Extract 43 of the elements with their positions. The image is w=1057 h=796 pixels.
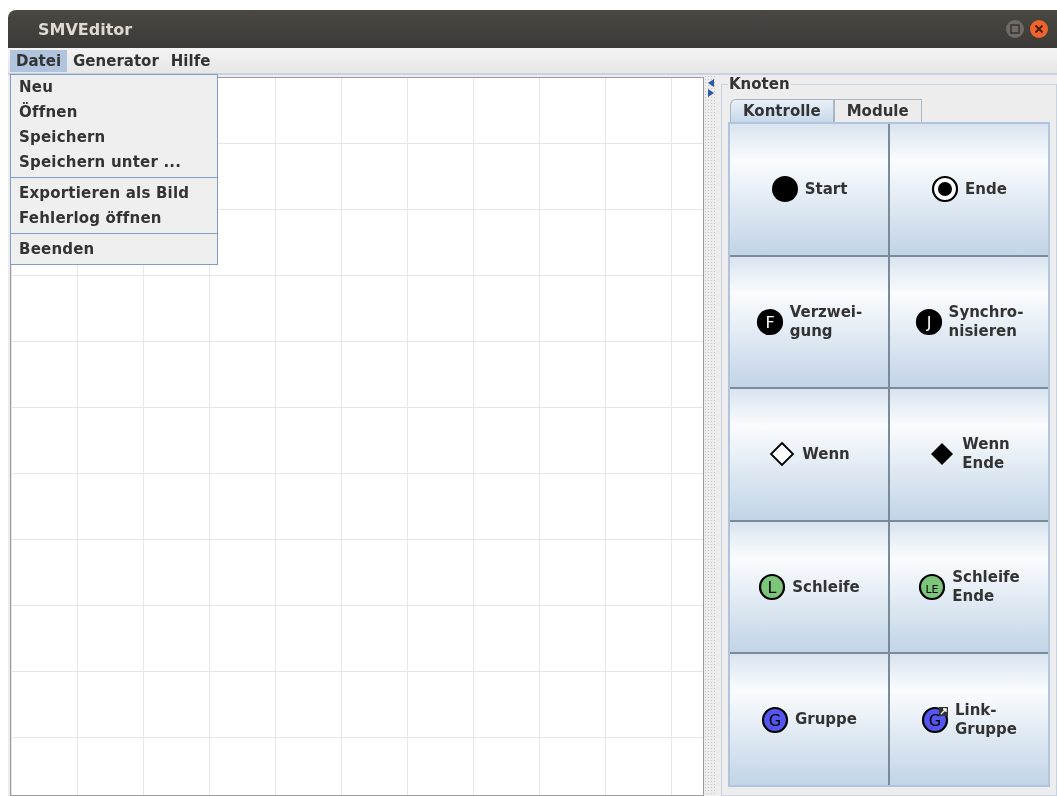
- node-button[interactable]: F Verzwei- gung: [730, 256, 888, 388]
- button-label: Gruppe: [794, 710, 857, 730]
- tab[interactable]: Kontrolle: [730, 99, 834, 122]
- expand-right-icon[interactable]: [707, 89, 714, 97]
- menu-entry[interactable]: Speichern: [11, 125, 217, 150]
- menu-entry[interactable]: Fehlerlog öffnen: [11, 206, 217, 231]
- button-label: Verzwei- gung: [789, 302, 863, 341]
- node-button[interactable]: Ende: [890, 124, 1048, 255]
- close-icon[interactable]: [1029, 19, 1049, 39]
- button-label: Wenn Ende: [962, 435, 1010, 474]
- circle-icon: L: [758, 573, 787, 602]
- node-button[interactable]: Wenn Ende: [890, 389, 1048, 520]
- tab[interactable]: Module: [833, 99, 922, 122]
- node-button[interactable]: J Synchro- nisieren: [890, 256, 1048, 388]
- circle-icon: G: [920, 705, 949, 734]
- circle-icon: LE: [918, 573, 947, 602]
- button-label: Wenn: [802, 445, 850, 464]
- node-button[interactable]: L Schleife: [730, 521, 888, 653]
- window-title: SMVEditor: [38, 19, 133, 39]
- menu-item[interactable]: Hilfe: [164, 49, 217, 72]
- button-label: Schleife Ende: [952, 568, 1020, 607]
- button-label: Schleife: [792, 577, 860, 597]
- group-title: Knoten: [728, 75, 791, 93]
- collapse-left-icon[interactable]: [707, 79, 714, 87]
- menu-entry[interactable]: Neu: [11, 75, 217, 100]
- circle-icon: J: [914, 307, 943, 336]
- grid-canvas[interactable]: Neu Öffnen Speichern Speichern unter ... Exportieren als Bild Fehlerlog öffnen Beenden: [10, 77, 704, 796]
- button-label: Link- Gruppe: [954, 700, 1017, 739]
- menu-item[interactable]: Generator: [67, 49, 165, 72]
- menu-entry[interactable]: Exportieren als Bild: [11, 181, 217, 206]
- menu-entry[interactable]: Beenden: [11, 237, 217, 262]
- button-label: Start: [804, 179, 848, 199]
- node-button[interactable]: Start: [730, 124, 888, 255]
- button-label: Ende: [965, 179, 1007, 199]
- node-button[interactable]: LE Schleife Ende: [890, 521, 1048, 653]
- node-button[interactable]: G Gruppe: [730, 654, 888, 785]
- menu-entry[interactable]: Öffnen: [11, 100, 217, 125]
- menu-item[interactable]: Datei: [10, 49, 68, 72]
- button-label: Synchro- nisieren: [948, 302, 1024, 341]
- circle-icon: F: [755, 307, 784, 336]
- circle-icon: G: [760, 705, 789, 734]
- node-button[interactable]: Wenn: [730, 389, 888, 520]
- menu-entry[interactable]: Speichern unter ...: [11, 150, 217, 175]
